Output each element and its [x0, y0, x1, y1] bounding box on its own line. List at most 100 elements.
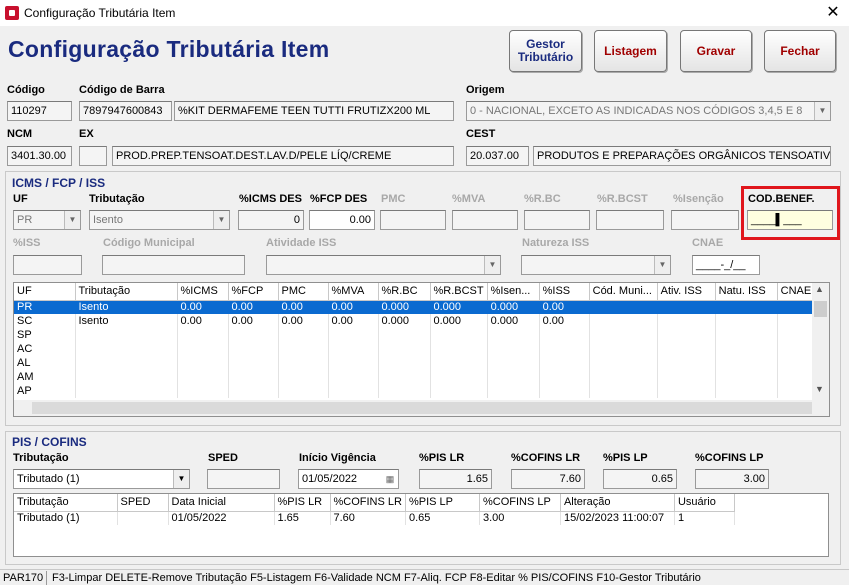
origem-value: 0 - NACIONAL, EXCETO AS INDICADAS NOS CÓ…	[470, 105, 803, 117]
table-cell	[177, 342, 229, 356]
scroll-down-icon[interactable]: ▼	[815, 384, 824, 394]
column-header[interactable]: %COFINS LR	[330, 494, 406, 512]
table-cell: 0.00	[539, 300, 590, 314]
column-header[interactable]: Data Inicial	[168, 494, 275, 512]
cod-benef-field[interactable]: ____▌___	[747, 210, 833, 230]
chevron-down-icon[interactable]: ▼	[213, 211, 229, 229]
gestor-label-2: Tributário	[517, 50, 574, 64]
column-header[interactable]: UF	[14, 283, 76, 301]
column-header[interactable]: %FCP	[228, 283, 279, 301]
codbarra-field[interactable]: 7897947600843	[79, 101, 172, 121]
table-cell	[487, 384, 540, 398]
origem-select[interactable]: 0 - NACIONAL, EXCETO AS INDICADAS NOS CÓ…	[466, 101, 831, 121]
table-cell: 0.000	[430, 300, 488, 314]
column-header[interactable]: Tributação	[14, 494, 118, 512]
icms-des-field[interactable]: 0	[238, 210, 304, 230]
scroll-thumb[interactable]	[814, 301, 827, 317]
column-header[interactable]: %COFINS LP	[479, 494, 561, 512]
close-icon[interactable]: ✕	[822, 2, 844, 24]
table-cell	[589, 314, 658, 328]
table-cell	[430, 384, 488, 398]
table-row[interactable]: PR Isento 0.00 0.00 0.00 0.00 0.000 0.000 0.000 0…	[14, 300, 818, 314]
gravar-button[interactable]: Gravar	[680, 30, 752, 72]
table-cell: 0.65	[405, 511, 480, 525]
table-row[interactable]: AM	[14, 370, 818, 384]
column-header[interactable]: Usuário	[674, 494, 735, 512]
table-cell	[328, 384, 379, 398]
column-header[interactable]: PMC	[278, 283, 329, 301]
pis-tributacao-select[interactable]: Tributado (1) ▼	[13, 469, 190, 489]
table-cell	[589, 356, 658, 370]
column-header[interactable]: %Isen...	[487, 283, 540, 301]
column-header[interactable]: Alteração	[560, 494, 675, 512]
column-header[interactable]: %ICMS	[177, 283, 229, 301]
table-row[interactable]: AC	[14, 342, 818, 356]
column-header[interactable]: Tributação	[75, 283, 178, 301]
table-cell	[430, 370, 488, 384]
listagem-button[interactable]: Listagem	[594, 30, 667, 72]
shortcut-f8: F8-Editar % PIS/COFINS	[469, 572, 594, 584]
table-cell	[487, 342, 540, 356]
column-header[interactable]: Cód. Muni...	[589, 283, 658, 301]
column-header[interactable]: Natu. ISS	[715, 283, 778, 301]
gestor-tributario-button[interactable]: Gestor Tributário	[509, 30, 582, 72]
table-cell	[278, 370, 329, 384]
calendar-icon[interactable]: ▦	[382, 470, 398, 488]
pis-lp-field[interactable]: 0.65	[603, 469, 677, 489]
ex-field[interactable]	[79, 146, 107, 166]
table-cell: AM	[14, 370, 76, 384]
uf-select[interactable]: PR ▼	[13, 210, 81, 230]
origem-label: Origem	[466, 84, 505, 96]
table-cell: 3.00	[479, 511, 561, 525]
column-header[interactable]: SPED	[117, 494, 169, 512]
pis-lr-field[interactable]: 1.65	[419, 469, 492, 489]
cnae-field[interactable]: ____-_/__	[692, 255, 760, 275]
chevron-down-icon[interactable]: ▼	[814, 102, 830, 120]
table-cell: 1.65	[274, 511, 331, 525]
table-cell	[715, 342, 778, 356]
table-cell	[278, 356, 329, 370]
cofins-lr-field[interactable]: 7.60	[511, 469, 585, 489]
uf-label: UF	[13, 193, 28, 205]
icms-grid[interactable]: UF Tributação %ICMS %FCP PMC %MVA %R.BC %R.BCST…	[13, 282, 830, 417]
column-header[interactable]: %PIS LP	[405, 494, 480, 512]
cofins-lp-field[interactable]: 3.00	[695, 469, 769, 489]
inicio-vigencia-field[interactable]: 01/05/2022 ▦	[298, 469, 399, 489]
column-header[interactable]: %PIS LR	[274, 494, 331, 512]
cest-field[interactable]: 20.037.00	[466, 146, 529, 166]
table-cell: SC	[14, 314, 76, 328]
table-row[interactable]: SP	[14, 328, 818, 342]
fcp-des-field[interactable]: 0.00	[309, 210, 375, 230]
sped-field[interactable]	[207, 469, 280, 489]
column-header[interactable]: Ativ. ISS	[657, 283, 716, 301]
table-cell: 0.00	[539, 314, 590, 328]
table-cell	[487, 356, 540, 370]
table-cell	[715, 370, 778, 384]
pis-grid[interactable]: Tributação SPED Data Inicial %PIS LR %COFINS…	[13, 493, 829, 557]
table-row[interactable]: Tributado (1) 01/05/2022 1.65 7.60 0.65 3.00 1…	[14, 511, 735, 525]
shortcut-f7: F7-Aliq. FCP	[403, 572, 467, 584]
chevron-down-icon[interactable]: ▼	[173, 470, 189, 488]
table-cell	[539, 356, 590, 370]
cofins-lr-label: %COFINS LR	[511, 452, 581, 464]
icms-grid-scrollbar[interactable]: ▲ ▼	[812, 283, 829, 416]
column-header[interactable]: %R.BCST	[430, 283, 488, 301]
fechar-button[interactable]: Fechar	[764, 30, 836, 72]
table-cell	[430, 356, 488, 370]
atividade-iss-label: Atividade ISS	[266, 237, 337, 249]
table-row[interactable]: AP	[14, 384, 818, 398]
icms-grid-hscrollbar[interactable]	[14, 400, 812, 416]
inicio-vigencia-value: 01/05/2022	[302, 473, 358, 485]
column-header[interactable]: %R.BC	[378, 283, 431, 301]
ncm-field[interactable]: 3401.30.00	[7, 146, 72, 166]
table-cell	[75, 356, 178, 370]
column-header[interactable]: %MVA	[328, 283, 379, 301]
tributacao-select[interactable]: Isento ▼	[89, 210, 230, 230]
chevron-down-icon[interactable]: ▼	[64, 211, 80, 229]
hscroll-thumb[interactable]	[32, 402, 812, 414]
codigo-field[interactable]: 110297	[7, 101, 72, 121]
table-row[interactable]: AL	[14, 356, 818, 370]
column-header[interactable]: %ISS	[539, 283, 590, 301]
table-row[interactable]: SC Isento 0.00 0.00 0.00 0.00 0.000 0.000 0.000 0…	[14, 314, 818, 328]
scroll-up-icon[interactable]: ▲	[815, 284, 824, 294]
